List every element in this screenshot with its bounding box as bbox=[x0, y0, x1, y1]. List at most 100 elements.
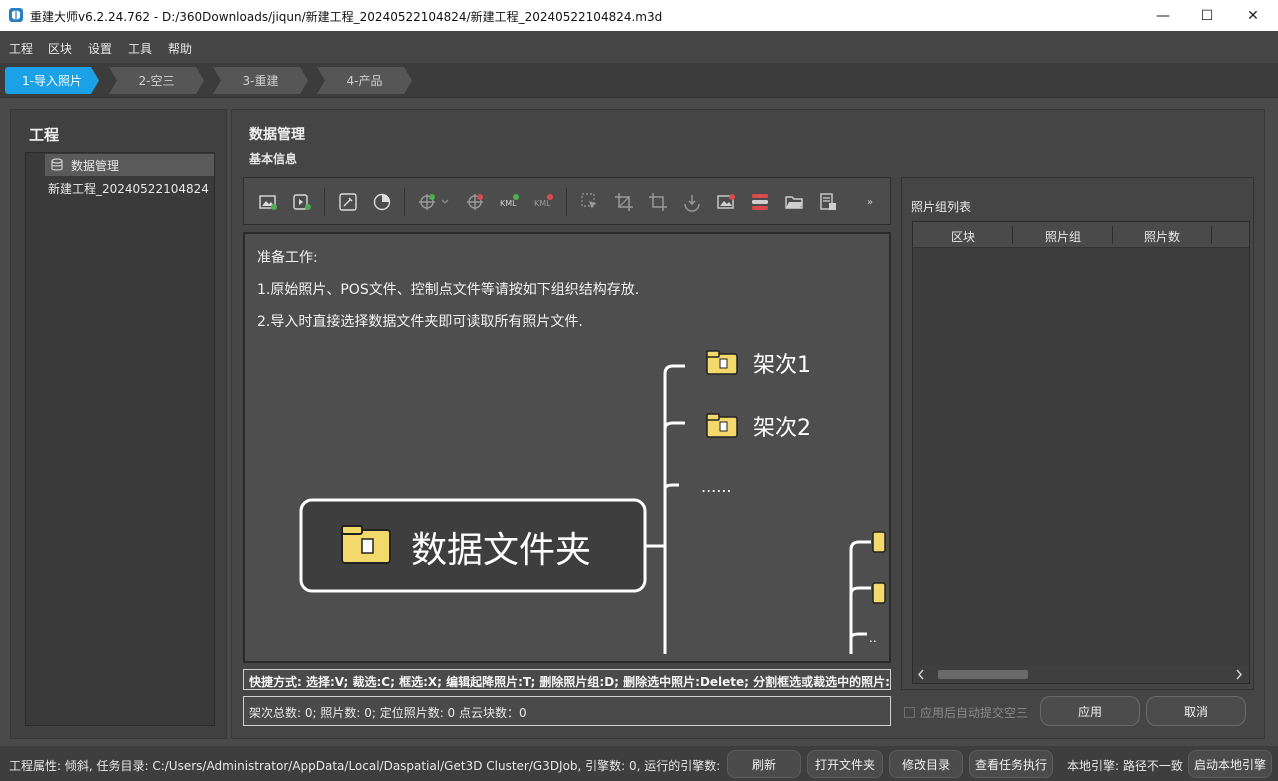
window-title: 重建大师v6.2.24.762 - D:/360Downloads/jiqun/… bbox=[30, 10, 663, 24]
open-folder-button[interactable] bbox=[782, 190, 806, 214]
split-icon bbox=[752, 194, 768, 210]
svg-text:KML: KML bbox=[500, 199, 517, 208]
apply-button[interactable]: 应用 bbox=[1040, 696, 1140, 726]
select-tool-button[interactable] bbox=[578, 190, 602, 214]
menu-help[interactable]: 帮助 bbox=[168, 40, 192, 57]
import-photos-button[interactable] bbox=[256, 190, 280, 214]
delete-kml-button[interactable]: KML bbox=[532, 190, 556, 214]
tree-item-project[interactable]: 新建工程_20240522104824 bbox=[48, 177, 209, 199]
image-remove-icon bbox=[717, 194, 735, 209]
export-list-button[interactable] bbox=[816, 190, 840, 214]
step-import-photos[interactable]: 1-导入照片 bbox=[5, 67, 99, 94]
split-photos-button[interactable] bbox=[748, 190, 772, 214]
column-header-block[interactable]: 区块 bbox=[951, 228, 975, 245]
menu-project[interactable]: 工程 bbox=[9, 40, 33, 57]
edit-frame-icon bbox=[339, 193, 357, 211]
auto-submit-label: 应用后自动提交空三 bbox=[920, 706, 1029, 720]
branch-label: 架次2 bbox=[753, 416, 811, 441]
folder-icon bbox=[341, 525, 391, 564]
project-panel-title: 工程 bbox=[29, 126, 60, 144]
edit-takeoff-landing-button[interactable] bbox=[680, 190, 704, 214]
instructions-panel: 准备工作: 1.原始照片、POS文件、控制点文件等请按如下组织结构存放. 2.导… bbox=[243, 232, 891, 663]
toolbar-more-button[interactable]: » bbox=[862, 190, 878, 214]
auto-submit-checkbox[interactable]: 应用后自动提交空三 bbox=[904, 704, 1028, 721]
close-button[interactable]: ✕ bbox=[1230, 0, 1276, 31]
scroll-left-icon[interactable] bbox=[915, 666, 927, 683]
column-header-photo-count[interactable]: 照片数 bbox=[1144, 228, 1180, 245]
step-reconstruction[interactable]: 3-重建 bbox=[213, 67, 308, 94]
sub-tree-connector bbox=[849, 540, 871, 654]
minimize-button[interactable]: — bbox=[1140, 0, 1186, 31]
folder-icon bbox=[706, 413, 738, 438]
workflow-steps: 1-导入照片 2-空三 3-重建 4-产品 bbox=[0, 63, 1278, 98]
app-logo-icon bbox=[9, 8, 23, 22]
add-control-point-dropdown[interactable] bbox=[416, 190, 452, 214]
step-aerotriangulation[interactable]: 2-空三 bbox=[109, 67, 204, 94]
data-statistics: 架次总数: 0; 照片数: 0; 定位照片数: 0 点云块数：0 bbox=[243, 696, 891, 726]
photo-group-table[interactable]: 区块 照片组 照片数 bbox=[912, 221, 1250, 684]
crosshair-remove-icon bbox=[467, 194, 483, 210]
shortcut-hint: 快捷方式: 选择:V; 裁选:C; 框选:X; 编辑起降照片:T; 删除照片组:… bbox=[243, 669, 891, 690]
delete-photo-group-button[interactable] bbox=[714, 190, 738, 214]
document-settings-icon bbox=[820, 193, 836, 210]
menu-settings[interactable]: 设置 bbox=[88, 40, 112, 57]
branch-label: 架次1 bbox=[753, 353, 811, 378]
tree-item-label: 新建工程_20240522104824 bbox=[48, 181, 209, 196]
modify-directory-button[interactable]: 修改目录 bbox=[889, 750, 963, 778]
status-bar: 工程属性: 倾斜, 任务目录: C:/Users/Administrator/A… bbox=[0, 746, 1278, 781]
project-tree: 数据管理 新建工程_20240522104824 bbox=[25, 152, 215, 726]
folder-structure-diagram: 数据文件夹 架次1 架次2 ...... .. bbox=[299, 350, 886, 654]
menu-block[interactable]: 区块 bbox=[48, 40, 72, 57]
scroll-right-icon[interactable] bbox=[1233, 666, 1245, 683]
chevron-down-icon bbox=[441, 199, 449, 204]
toolbar: KML KML » bbox=[243, 177, 891, 225]
video-add-icon bbox=[293, 194, 311, 210]
section-title: 基本信息 bbox=[249, 152, 298, 166]
step-products[interactable]: 4-产品 bbox=[317, 67, 412, 94]
folder-icon bbox=[706, 350, 738, 375]
folder-icon bbox=[872, 582, 886, 604]
crosshair-add-icon bbox=[419, 194, 435, 210]
menu-tools[interactable]: 工具 bbox=[128, 40, 152, 57]
local-engine-status: 本地引擎: 路径不一致 bbox=[1067, 759, 1183, 773]
folder-icon bbox=[872, 531, 886, 553]
project-panel: 工程 数据管理 新建工程_20240522104824 bbox=[10, 109, 227, 739]
maximize-button[interactable]: ☐ bbox=[1184, 0, 1230, 31]
cancel-button[interactable]: 取消 bbox=[1146, 696, 1246, 726]
refresh-button[interactable]: 刷新 bbox=[727, 750, 801, 778]
edit-pos-button[interactable] bbox=[336, 190, 360, 214]
import-video-button[interactable] bbox=[290, 190, 314, 214]
tree-item-data-management[interactable]: 数据管理 bbox=[45, 154, 214, 176]
root-folder-label: 数据文件夹 bbox=[411, 530, 591, 571]
branch-ellipsis: ...... bbox=[701, 477, 732, 496]
svg-text:KML: KML bbox=[534, 199, 551, 208]
kml-remove-icon: KML bbox=[534, 194, 553, 208]
column-header-photo-group[interactable]: 照片组 bbox=[1045, 228, 1081, 245]
tree-item-label: 数据管理 bbox=[71, 158, 120, 173]
delete-control-point-button[interactable] bbox=[464, 190, 488, 214]
horizontal-scrollbar[interactable] bbox=[913, 666, 1249, 683]
open-folder-button[interactable]: 打开文件夹 bbox=[807, 750, 883, 778]
data-management-panel: 数据管理 基本信息 KML KML » 准备工作: 1.原始照片、POS文件、控… bbox=[231, 109, 1265, 739]
start-local-engine-button[interactable]: 启动本地引擎 bbox=[1188, 750, 1272, 778]
database-icon bbox=[51, 158, 63, 171]
import-kml-button[interactable]: KML bbox=[498, 190, 522, 214]
box-select-button[interactable] bbox=[646, 190, 670, 214]
pie-chart-icon bbox=[373, 193, 391, 211]
crop-select-button[interactable] bbox=[612, 190, 636, 214]
title-bar: 重建大师v6.2.24.762 - D:/360Downloads/jiqun/… bbox=[0, 0, 1278, 31]
scrollbar-thumb[interactable] bbox=[938, 670, 1028, 679]
folder-open-icon bbox=[785, 196, 803, 209]
view-task-execution-button[interactable]: 查看任务执行 bbox=[969, 750, 1053, 778]
page-title: 数据管理 bbox=[249, 127, 305, 143]
table-header: 区块 照片组 照片数 bbox=[913, 222, 1249, 248]
crop-icon bbox=[615, 193, 633, 211]
project-properties: 工程属性: 倾斜, 任务目录: C:/Users/Administrator/A… bbox=[9, 759, 723, 773]
photo-group-panel: 照片组列表 区块 照片组 照片数 bbox=[901, 177, 1254, 690]
checkbox-box[interactable] bbox=[904, 707, 915, 718]
menu-bar: 工程 区块 设置 工具 帮助 bbox=[0, 31, 1278, 63]
cursor-select-icon bbox=[581, 193, 597, 209]
kml-add-icon: KML bbox=[500, 194, 519, 208]
statistics-button[interactable] bbox=[370, 190, 394, 214]
sub-ellipsis: .. bbox=[869, 631, 877, 645]
